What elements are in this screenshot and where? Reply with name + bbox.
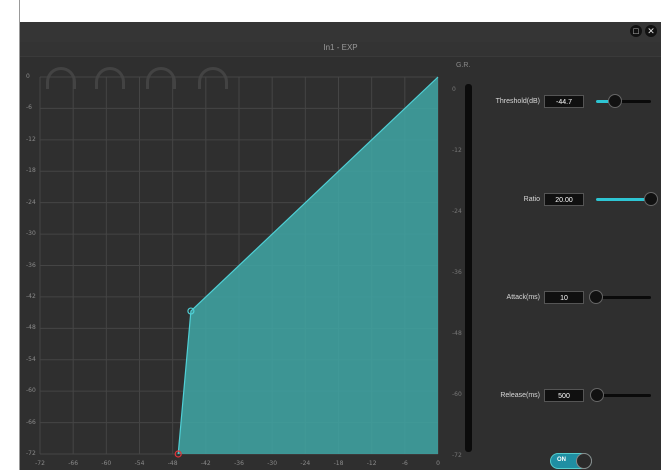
threshold-slider[interactable] — [596, 94, 651, 108]
attack-field[interactable]: 10 — [544, 291, 584, 304]
x-tick-label: -18 — [333, 460, 344, 467]
x-tick-label: -42 — [200, 460, 211, 467]
x-tick-label: -24 — [300, 460, 311, 467]
y-tick-label: -30 — [26, 230, 36, 238]
x-tick-label: -6 — [401, 460, 408, 467]
gr-tick-label: -48 — [452, 330, 462, 337]
release-slider-thumb[interactable] — [590, 388, 605, 402]
desktop-top-strip — [0, 0, 661, 22]
y-tick-label: -72 — [26, 450, 36, 457]
gr-tick-label: -72 — [452, 452, 462, 459]
x-tick-label: -60 — [101, 460, 112, 467]
release-field[interactable]: 500 — [544, 389, 584, 402]
y-tick-label: -54 — [26, 355, 36, 363]
y-tick-label: -24 — [26, 198, 36, 206]
attack-slider[interactable] — [589, 290, 651, 304]
y-tick-label: -42 — [26, 292, 36, 300]
y-tick-label: -66 — [26, 418, 36, 426]
desktop-left-strip — [0, 0, 20, 470]
y-tick-label: -36 — [26, 261, 36, 269]
ratio-field[interactable]: 20.00 — [544, 193, 584, 206]
gr-meter-title: G.R. — [456, 62, 471, 69]
gr-tick-label: -12 — [452, 147, 462, 154]
x-tick-label: -36 — [234, 460, 244, 467]
threshold-field[interactable]: -44.7 — [544, 95, 584, 108]
y-tick-label: -6 — [26, 104, 32, 112]
release-label: Release(ms) — [500, 392, 540, 399]
on-toggle[interactable]: ON — [550, 453, 592, 469]
attack-label: Attack(ms) — [506, 294, 540, 301]
ratio-slider[interactable] — [596, 192, 658, 206]
x-tick-label: -30 — [267, 460, 278, 467]
toggle-knob — [576, 453, 592, 469]
gr-tick-label: -36 — [452, 269, 462, 276]
x-tick-label: -12 — [366, 460, 377, 467]
x-tick-label: -66 — [68, 460, 79, 467]
y-tick-label: 0 — [26, 73, 30, 80]
y-tick-label: -60 — [26, 387, 36, 395]
ratio-slider-fill — [596, 198, 651, 201]
threshold-label: Threshold(dB) — [495, 98, 540, 105]
gr-tick-label: -24 — [452, 208, 462, 215]
attack-slider-thumb[interactable] — [589, 290, 603, 304]
y-tick-label: -48 — [26, 324, 36, 332]
x-tick-label: -54 — [134, 460, 145, 467]
x-tick-label: 0 — [436, 460, 440, 467]
expander-window: In1 - EXP □ ✕ 0 -6 -12 -18 -24 -30 -36 -42 -48 -5… — [20, 22, 661, 470]
y-tick-label: -12 — [26, 135, 36, 143]
x-tick-label: -48 — [167, 460, 178, 467]
y-tick-label: -18 — [26, 167, 36, 175]
toggle-label: ON — [557, 457, 566, 463]
x-tick-label: -72 — [35, 460, 45, 467]
ratio-slider-thumb[interactable] — [644, 192, 658, 206]
release-slider[interactable] — [590, 388, 651, 402]
gr-tick-label: 0 — [452, 86, 456, 93]
ratio-label: Ratio — [523, 196, 540, 203]
